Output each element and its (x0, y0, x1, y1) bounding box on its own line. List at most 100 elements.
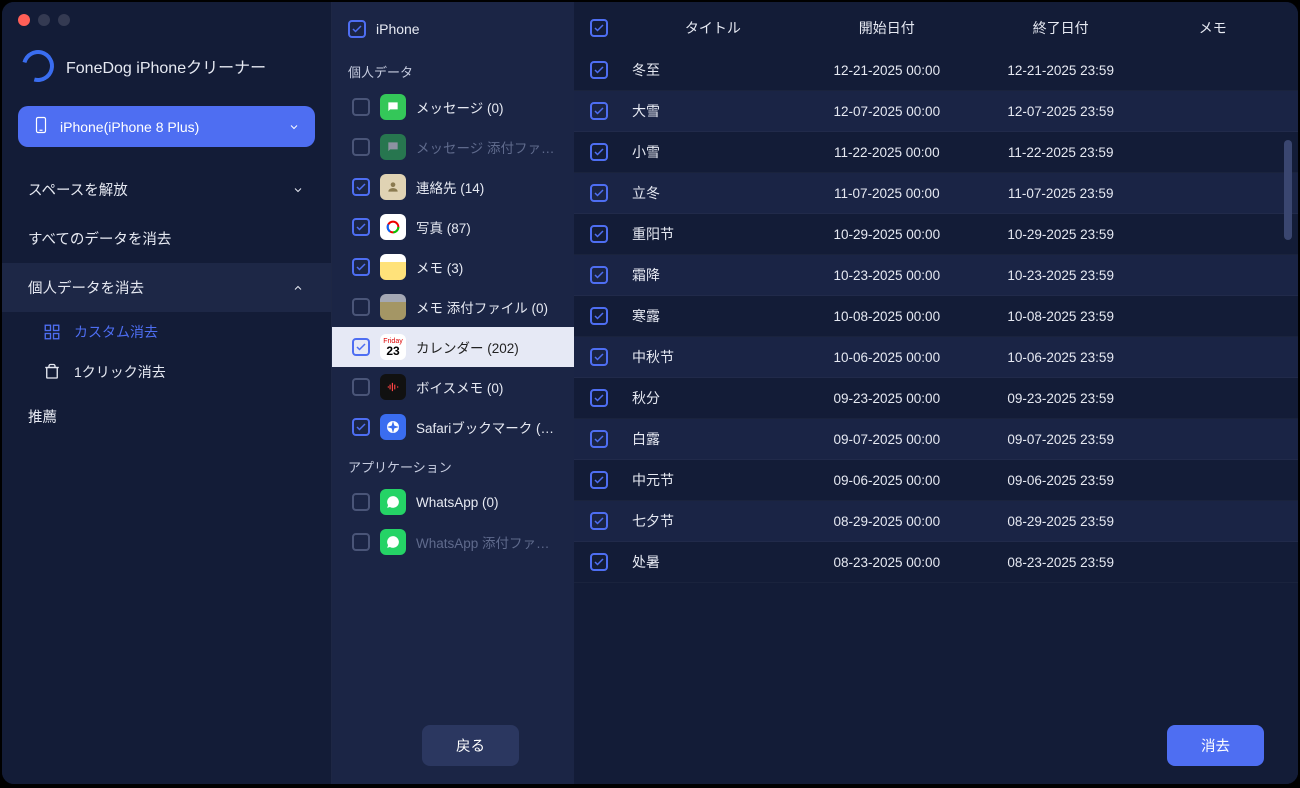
table-row[interactable]: 中元节09-06-2025 00:0009-06-2025 23:59 (574, 460, 1298, 501)
cell-end: 11-22-2025 23:59 (974, 145, 1148, 160)
category-checkbox[interactable] (352, 178, 370, 196)
cell-start: 09-06-2025 00:00 (800, 473, 974, 488)
cell-start: 09-23-2025 00:00 (800, 391, 974, 406)
cell-start: 11-22-2025 00:00 (800, 145, 974, 160)
categories-panel: iPhone 個人データ メッセージ (0)メッセージ 添付ファ…連絡先 (14… (332, 2, 574, 784)
erase-button[interactable]: 消去 (1167, 725, 1264, 766)
cell-end: 12-21-2025 23:59 (974, 63, 1148, 78)
device-selector[interactable]: iPhone(iPhone 8 Plus) (18, 106, 315, 147)
table-row[interactable]: 七夕节08-29-2025 00:0008-29-2025 23:59 (574, 501, 1298, 542)
category-checkbox[interactable] (352, 298, 370, 316)
nav-erase-private[interactable]: 個人データを消去 (2, 263, 331, 312)
grid-icon (42, 322, 62, 342)
nav-recommend[interactable]: 推薦 (2, 392, 331, 441)
back-button[interactable]: 戻る (422, 725, 519, 766)
cell-title: 中元节 (626, 470, 800, 490)
row-checkbox[interactable] (590, 184, 608, 202)
category-item[interactable]: Friday23カレンダー (202) (332, 327, 574, 367)
nav-one-click-erase[interactable]: 1クリック消去 (2, 352, 331, 392)
table-row[interactable]: 寒露10-08-2025 00:0010-08-2025 23:59 (574, 296, 1298, 337)
row-checkbox[interactable] (590, 553, 608, 571)
chevron-down-icon (291, 183, 305, 197)
category-checkbox[interactable] (352, 418, 370, 436)
category-checkbox[interactable] (352, 258, 370, 276)
minimize-window-icon[interactable] (38, 14, 50, 26)
maximize-window-icon[interactable] (58, 14, 70, 26)
cell-title: 中秋节 (626, 347, 800, 367)
col-title: タイトル (626, 18, 800, 38)
phone-icon (32, 116, 50, 137)
row-checkbox[interactable] (590, 102, 608, 120)
category-label: カレンダー (202) (416, 337, 562, 357)
cell-start: 10-23-2025 00:00 (800, 268, 974, 283)
cell-start: 08-29-2025 00:00 (800, 514, 974, 529)
device-label: iPhone(iPhone 8 Plus) (60, 119, 199, 135)
category-item[interactable]: Safariブックマーク (… (332, 407, 574, 447)
category-item[interactable]: メッセージ 添付ファ… (332, 127, 574, 167)
cell-title: 立冬 (626, 183, 800, 203)
table-row[interactable]: 白露09-07-2025 00:0009-07-2025 23:59 (574, 419, 1298, 460)
cell-title: 七夕节 (626, 511, 800, 531)
cell-end: 08-23-2025 23:59 (974, 555, 1148, 570)
table-row[interactable]: 大雪12-07-2025 00:0012-07-2025 23:59 (574, 91, 1298, 132)
category-checkbox[interactable] (352, 533, 370, 551)
cell-title: 小雪 (626, 142, 800, 162)
table-row[interactable]: 霜降10-23-2025 00:0010-23-2025 23:59 (574, 255, 1298, 296)
table-row[interactable]: 小雪11-22-2025 00:0011-22-2025 23:59 (574, 132, 1298, 173)
app-icon (380, 374, 406, 400)
nav-erase-all[interactable]: すべてのデータを消去 (2, 214, 331, 263)
row-checkbox[interactable] (590, 471, 608, 489)
table-rows[interactable]: 冬至12-21-2025 00:0012-21-2025 23:59大雪12-0… (574, 50, 1298, 784)
category-item[interactable]: メッセージ (0) (332, 87, 574, 127)
categories-header[interactable]: iPhone (332, 2, 574, 52)
category-checkbox[interactable] (352, 138, 370, 156)
table-row[interactable]: 中秋节10-06-2025 00:0010-06-2025 23:59 (574, 337, 1298, 378)
row-checkbox[interactable] (590, 143, 608, 161)
row-checkbox[interactable] (590, 348, 608, 366)
close-window-icon[interactable] (18, 14, 30, 26)
cell-end: 09-06-2025 23:59 (974, 473, 1148, 488)
category-label: メッセージ 添付ファ… (416, 137, 562, 157)
category-item[interactable]: 写真 (87) (332, 207, 574, 247)
app-window: FoneDog iPhoneクリーナー iPhone(iPhone 8 Plus… (2, 2, 1298, 784)
cell-end: 09-23-2025 23:59 (974, 391, 1148, 406)
category-item[interactable]: ボイスメモ (0) (332, 367, 574, 407)
table-row[interactable]: 冬至12-21-2025 00:0012-21-2025 23:59 (574, 50, 1298, 91)
category-item[interactable]: WhatsApp (0) (332, 482, 574, 522)
col-memo: メモ (1148, 18, 1278, 38)
nav-free-space[interactable]: スペースを解放 (2, 165, 331, 214)
category-checkbox[interactable] (352, 218, 370, 236)
select-all-rows-checkbox[interactable] (590, 19, 608, 37)
row-checkbox[interactable] (590, 61, 608, 79)
category-checkbox[interactable] (352, 338, 370, 356)
nav-custom-erase[interactable]: カスタム消去 (2, 312, 331, 352)
category-item[interactable]: メモ 添付ファイル (0) (332, 287, 574, 327)
row-checkbox[interactable] (590, 430, 608, 448)
category-checkbox[interactable] (352, 493, 370, 511)
scrollbar-thumb[interactable] (1284, 140, 1292, 240)
row-checkbox[interactable] (590, 512, 608, 530)
row-checkbox[interactable] (590, 225, 608, 243)
category-item[interactable]: メモ (3) (332, 247, 574, 287)
table-row[interactable]: 重阳节10-29-2025 00:0010-29-2025 23:59 (574, 214, 1298, 255)
select-all-categories-checkbox[interactable] (348, 20, 366, 38)
row-checkbox[interactable] (590, 389, 608, 407)
category-label: メッセージ (0) (416, 97, 562, 117)
category-item[interactable]: WhatsApp 添付ファ… (332, 522, 574, 562)
table-header: タイトル 開始日付 終了日付 メモ (574, 2, 1298, 50)
table-row[interactable]: 秋分09-23-2025 00:0009-23-2025 23:59 (574, 378, 1298, 419)
category-checkbox[interactable] (352, 378, 370, 396)
window-controls (18, 14, 70, 26)
cell-start: 12-21-2025 00:00 (800, 63, 974, 78)
table-row[interactable]: 立冬11-07-2025 00:0011-07-2025 23:59 (574, 173, 1298, 214)
category-checkbox[interactable] (352, 98, 370, 116)
table-row[interactable]: 处暑08-23-2025 00:0008-23-2025 23:59 (574, 542, 1298, 583)
app-icon (380, 294, 406, 320)
cell-end: 10-06-2025 23:59 (974, 350, 1148, 365)
row-checkbox[interactable] (590, 266, 608, 284)
cell-title: 重阳节 (626, 224, 800, 244)
category-label: WhatsApp 添付ファ… (416, 532, 562, 552)
category-label: 写真 (87) (416, 217, 562, 237)
row-checkbox[interactable] (590, 307, 608, 325)
category-item[interactable]: 連絡先 (14) (332, 167, 574, 207)
